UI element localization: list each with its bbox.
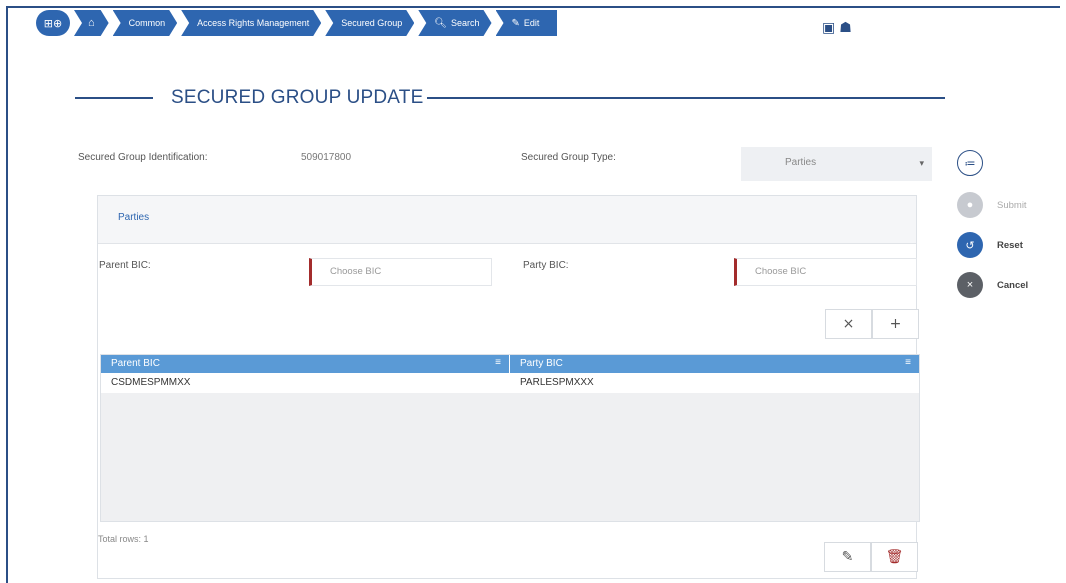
edit-row-button[interactable]: ✎ [824, 542, 871, 572]
options-button[interactable]: ≔ [957, 150, 983, 176]
secured-group-type-select[interactable]: Parties ▾ [741, 147, 932, 181]
parent-bic-label: Parent BIC: [99, 260, 151, 271]
breadcrumb-menu-pill[interactable]: ⊞⊕ [36, 10, 70, 36]
column-header-parent-bic[interactable]: Parent BIC ≡ [101, 355, 510, 373]
column-header-label: Parent BIC [111, 358, 160, 369]
breadcrumb-item-edit[interactable]: ✎ Edit [495, 10, 558, 36]
table-row[interactable]: CSDMESPMMXX PARLESPMXXX [101, 373, 919, 393]
reset-icon: ↺ [957, 232, 983, 258]
breadcrumb: ⊞⊕ ⌂ Common Access Rights Management Sec… [36, 10, 558, 36]
table-cell: PARLESPMXXX [520, 377, 594, 388]
breadcrumb-item-access-rights[interactable]: Access Rights Management [181, 10, 321, 36]
party-bic-label: Party BIC: [523, 260, 569, 271]
add-button[interactable]: + [872, 309, 919, 339]
tab-parties[interactable]: Parties [118, 212, 149, 223]
identification-row: Secured Group Identification: 509017800 … [78, 133, 938, 183]
column-header-label: Party BIC [520, 358, 563, 369]
reset-button[interactable]: ↺ Reset [957, 232, 1023, 258]
clear-button[interactable]: × [825, 309, 872, 339]
secured-group-id-value: 509017800 [301, 152, 352, 163]
parties-section: Parties Parent BIC: Choose BIC Party BIC… [97, 195, 920, 579]
page-title-row: SECURED GROUP UPDATE [75, 87, 945, 108]
breadcrumb-edit-label: Edit [523, 18, 540, 28]
column-menu-icon[interactable]: ≡ [495, 357, 501, 368]
list-icon: ≔ [957, 150, 983, 176]
title-divider-left [75, 97, 153, 99]
form-actions: ≔ ● Submit ↺ Reset × Cancel [957, 150, 1057, 310]
title-divider-right [427, 97, 945, 99]
home-icon[interactable]: ⌂ [74, 10, 109, 36]
row-edit-buttons: × + [825, 309, 919, 339]
secured-group-type-label: Secured Group Type: [521, 152, 616, 163]
users-icon[interactable]: ☗ [839, 20, 852, 36]
secured-group-id-label: Secured Group Identification: [78, 152, 208, 163]
column-menu-icon[interactable]: ≡ [905, 357, 911, 368]
secured-group-type-value: Parties [785, 157, 817, 168]
table-cell: CSDMESPMMXX [111, 377, 191, 388]
breadcrumb-item-common[interactable]: Common [113, 10, 178, 36]
reset-label: Reset [997, 239, 1023, 251]
parent-bic-input[interactable]: Choose BIC [309, 258, 492, 286]
cancel-button[interactable]: × Cancel [957, 272, 1028, 298]
breadcrumb-search-label: Search [450, 18, 480, 28]
chevron-down-icon: ▾ [919, 158, 924, 168]
submit-button[interactable]: ● Submit [957, 192, 1027, 218]
search-icon: 🔍︎ [434, 17, 447, 29]
breadcrumb-item-search[interactable]: 🔍︎ Search [418, 10, 491, 36]
bic-filter-row: Parent BIC: Choose BIC Party BIC: Choose… [98, 256, 917, 296]
submit-label: Submit [997, 199, 1027, 211]
bic-grid: Parent BIC ≡ Party BIC ≡ CSDMESPMMXX PAR… [100, 354, 920, 522]
cancel-icon: × [957, 272, 983, 298]
top-toolbar: ▣ ☗ [822, 20, 852, 36]
submit-icon: ● [957, 192, 983, 218]
tab-strip: Parties [98, 196, 916, 244]
total-rows: Total rows: 1 [98, 534, 149, 544]
secured-group-form: Secured Group Identification: 509017800 … [78, 133, 938, 579]
grid-row-actions: ✎ 🗑︎ [824, 542, 918, 572]
grid-header: Parent BIC ≡ Party BIC ≡ [101, 355, 919, 373]
column-header-party-bic[interactable]: Party BIC ≡ [510, 355, 919, 373]
delete-row-button[interactable]: 🗑︎ [871, 542, 918, 572]
document-icon[interactable]: ▣ [822, 20, 835, 36]
cancel-label: Cancel [997, 279, 1029, 291]
edit-icon: ✎ [511, 17, 520, 29]
party-bic-input[interactable]: Choose BIC [734, 258, 917, 286]
breadcrumb-item-secured-group[interactable]: Secured Group [325, 10, 414, 36]
page-title: SECURED GROUP UPDATE [171, 87, 424, 108]
